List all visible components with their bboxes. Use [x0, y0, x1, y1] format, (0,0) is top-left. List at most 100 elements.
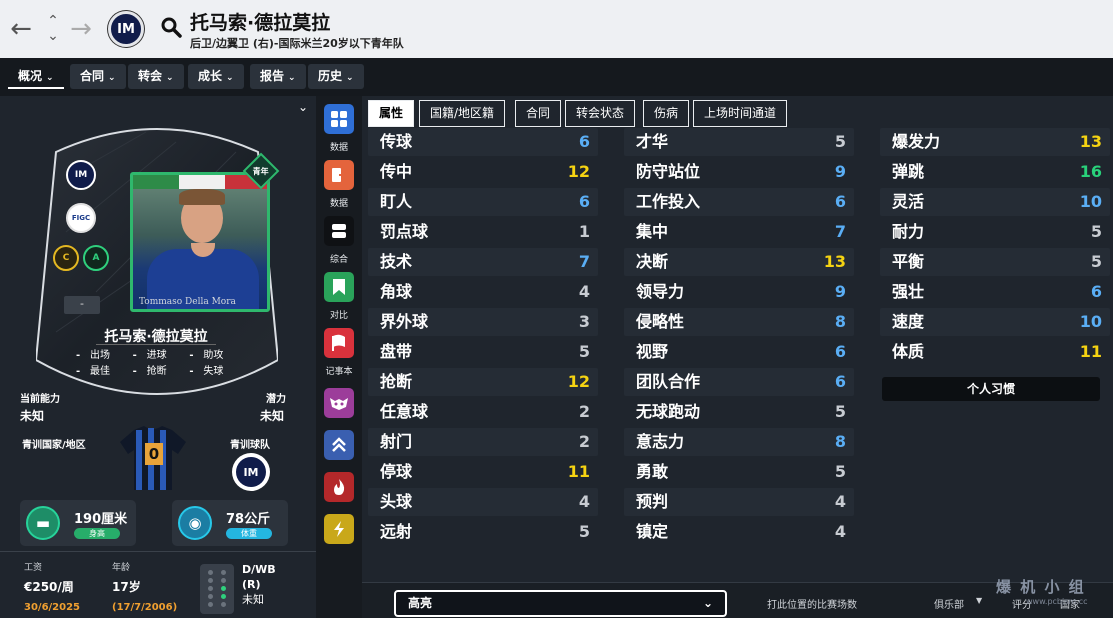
subtab-injuries[interactable]: 伤病: [643, 100, 690, 127]
attribute-row[interactable]: 界外球 3: [368, 308, 598, 336]
watermark-url: www.pcbjsm.cc: [1026, 597, 1088, 606]
tab-history[interactable]: 历史 ⌄: [308, 64, 364, 89]
attribute-row[interactable]: 意志力 8: [624, 428, 854, 456]
attribute-name: 射门: [380, 432, 413, 451]
search-icon[interactable]: [160, 16, 182, 38]
attribute-row[interactable]: 射门 2: [368, 428, 598, 456]
arrow-right-icon[interactable]: →: [68, 14, 94, 44]
attribute-value: 6: [834, 192, 846, 211]
chevron-down-icon[interactable]: ⌄: [298, 100, 308, 114]
icon-label-stats: 数据: [329, 143, 348, 153]
grid-icon[interactable]: [324, 104, 354, 134]
scale-icon: ◉: [178, 506, 212, 540]
bookmark-icon[interactable]: [324, 272, 354, 302]
trait-badge-a[interactable]: A: [83, 245, 109, 271]
wage-value: €250/周: [24, 580, 74, 594]
nation-badge[interactable]: FIGC: [66, 203, 96, 233]
attribute-row[interactable]: 罚点球 1: [368, 218, 598, 246]
attribute-row[interactable]: 任意球 2: [368, 398, 598, 426]
attribute-row[interactable]: 角球 4: [368, 278, 598, 306]
attribute-row[interactable]: 抢断 12: [368, 368, 598, 396]
attribute-row[interactable]: 镇定 4: [624, 518, 854, 546]
attribute-row[interactable]: 决断 13: [624, 248, 854, 276]
club-label[interactable]: 俱乐部: [934, 596, 964, 611]
tab-contract[interactable]: 合同 ⌄: [70, 64, 126, 89]
attribute-value: 3: [578, 312, 590, 331]
attribute-value: 8: [834, 432, 846, 451]
attribute-name: 技术: [380, 252, 413, 271]
attribute-name: 罚点球: [380, 222, 429, 241]
attribute-row[interactable]: 预判 4: [624, 488, 854, 516]
page-title: 托马索·德拉莫拉: [190, 12, 331, 34]
matches-at-position-label: 打此位置的比赛场数: [767, 600, 857, 611]
attribute-name: 防守站位: [636, 162, 701, 181]
subtab-attributes[interactable]: 属性: [368, 100, 415, 127]
attribute-row[interactable]: 集中 7: [624, 218, 854, 246]
player-traits-button[interactable]: 个人习惯: [882, 377, 1100, 401]
attribute-row[interactable]: 灵活 10: [880, 188, 1110, 216]
tab-development[interactable]: 成长 ⌄: [188, 64, 244, 89]
attribute-value: 1: [578, 222, 590, 241]
flag-icon[interactable]: [324, 328, 354, 358]
attribute-row[interactable]: 速度 10: [880, 308, 1110, 336]
attribute-row[interactable]: 盯人 6: [368, 188, 598, 216]
attribute-row[interactable]: 团队合作 6: [624, 368, 854, 396]
attribute-value: 6: [578, 132, 590, 151]
attribute-value: 4: [834, 492, 846, 511]
attribute-row[interactable]: 平衡 5: [880, 248, 1110, 276]
attribute-row[interactable]: 工作投入 6: [624, 188, 854, 216]
attribute-value: 4: [834, 522, 846, 541]
weight-value: 78公斤: [226, 512, 271, 527]
tab-overview[interactable]: 概况 ⌄: [8, 64, 64, 89]
attribute-row[interactable]: 停球 11: [368, 458, 598, 486]
attribute-row[interactable]: 才华 5: [624, 128, 854, 156]
attribute-row[interactable]: 技术 7: [368, 248, 598, 276]
subtab-transfer-status[interactable]: 转会状态: [565, 100, 636, 127]
tab-reports[interactable]: 报告 ⌄: [250, 64, 306, 89]
club-badge[interactable]: IM: [108, 11, 144, 47]
exit-icon[interactable]: [324, 160, 354, 190]
flame-icon[interactable]: [324, 472, 354, 502]
attribute-row[interactable]: 视野 6: [624, 338, 854, 366]
attribute-row[interactable]: 侵略性 8: [624, 308, 854, 336]
subtab-contract[interactable]: 合同: [515, 100, 562, 127]
trait-badge-c[interactable]: C: [53, 245, 79, 271]
stack-icon[interactable]: [324, 216, 354, 246]
attribute-row[interactable]: 弹跳 16: [880, 158, 1110, 186]
attribute-row[interactable]: 强壮 6: [880, 278, 1110, 306]
tab-transfer[interactable]: 转会 ⌄: [128, 64, 184, 89]
chevrons-up-icon[interactable]: [324, 430, 354, 460]
up-down-chevron-icon[interactable]: ⌃ ⌄: [40, 14, 66, 44]
attribute-row[interactable]: 头球 4: [368, 488, 598, 516]
weight-box: ◉ 78公斤 体重: [172, 500, 288, 546]
attribute-value: 5: [834, 462, 846, 481]
attribute-name: 界外球: [380, 312, 429, 331]
attribute-row[interactable]: 体质 11: [880, 338, 1110, 366]
attribute-row[interactable]: 勇敢 5: [624, 458, 854, 486]
arrow-left-icon[interactable]: ←: [8, 14, 34, 44]
attribute-name: 镇定: [636, 522, 669, 541]
attribute-row[interactable]: 盘带 5: [368, 338, 598, 366]
attribute-row[interactable]: 远射 5: [368, 518, 598, 546]
attribute-row[interactable]: 领导力 9: [624, 278, 854, 306]
mask-icon[interactable]: [324, 388, 354, 418]
attribute-value: 5: [578, 522, 590, 541]
attribute-row[interactable]: 防守站位 9: [624, 158, 854, 186]
subtab-playing-time[interactable]: 上场时间通道: [693, 100, 788, 127]
attribute-row[interactable]: 爆发力 13: [880, 128, 1110, 156]
youth-club-badge[interactable]: IM: [232, 453, 270, 491]
attribute-row[interactable]: 传球 6: [368, 128, 598, 156]
attribute-name: 才华: [636, 132, 669, 151]
chevron-down-icon[interactable]: ▼: [976, 596, 982, 605]
club-badge-small[interactable]: IM: [66, 160, 96, 190]
attribute-name: 强壮: [892, 282, 925, 301]
attribute-row[interactable]: 耐力 5: [880, 218, 1110, 246]
attribute-name: 勇敢: [636, 462, 669, 481]
attribute-value: 2: [578, 432, 590, 451]
highlight-select[interactable]: 高亮 ⌄: [394, 590, 727, 617]
attribute-row[interactable]: 传中 12: [368, 158, 598, 186]
attribute-row[interactable]: 无球跑动 5: [624, 398, 854, 426]
player-subtitle[interactable]: 后卫/边翼卫 (右)-国际米兰20岁以下青年队: [190, 35, 404, 51]
subtab-nationality[interactable]: 国籍/地区籍: [419, 100, 506, 127]
bolt-icon[interactable]: [324, 514, 354, 544]
